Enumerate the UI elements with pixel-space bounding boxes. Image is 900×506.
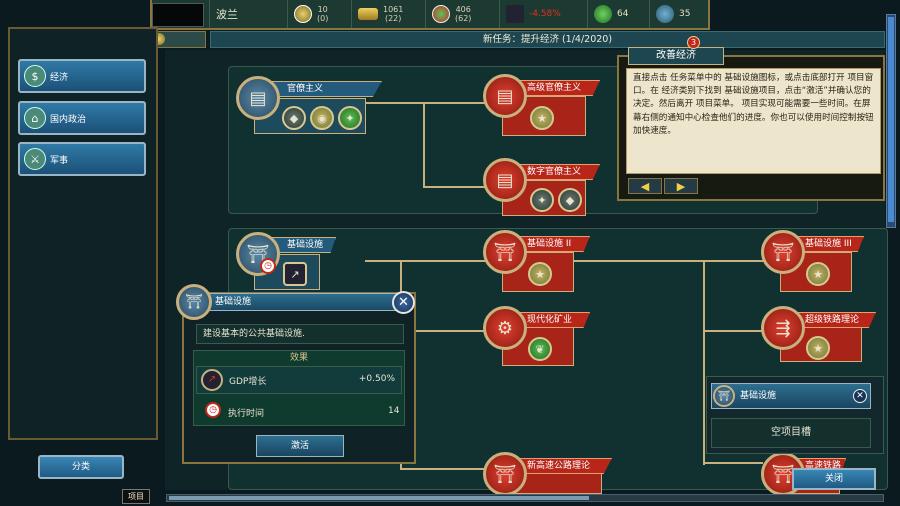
- scroll-thumb[interactable]: [888, 17, 894, 222]
- stat3-value: 406: [455, 5, 471, 14]
- connector: [423, 102, 425, 188]
- cycle-arrows-icon: [432, 5, 450, 23]
- task-star-box[interactable]: [150, 31, 206, 48]
- time-label: 执行时间: [228, 409, 265, 419]
- digital-bureaucracy-icon[interactable]: ▤: [483, 158, 527, 202]
- stat2-change: (22): [384, 14, 402, 23]
- connector: [423, 186, 487, 188]
- connector: [365, 102, 488, 104]
- leaf-icon: ❦: [528, 337, 552, 361]
- stat-political[interactable]: 10 (0): [288, 0, 352, 28]
- handshake-icon: ✦: [530, 188, 554, 212]
- projects-label[interactable]: 项目: [122, 489, 150, 504]
- highway-icon[interactable]: ⛩: [483, 452, 527, 496]
- detail-title: 基础设施: [208, 293, 398, 311]
- infrastructure-icon: ⛩: [176, 284, 212, 320]
- horizontal-scrollbar[interactable]: [166, 494, 884, 502]
- active-project-item[interactable]: 基础设施: [711, 383, 871, 409]
- economy-icon: $: [24, 65, 46, 87]
- stat1-value: 10: [317, 5, 328, 14]
- gdp-value: +0.50%: [358, 374, 395, 384]
- owl-icon: ◉: [310, 106, 334, 130]
- stat-gdp[interactable]: -4.58%: [500, 0, 588, 28]
- connector: [703, 462, 763, 464]
- handshake-icon: ✦: [338, 106, 362, 130]
- close-icon[interactable]: ✕: [853, 389, 867, 403]
- gdp-change-value: -4.58%: [529, 9, 561, 19]
- sidebar-item-label: 经济: [50, 72, 69, 83]
- close-icon[interactable]: ✕: [392, 291, 415, 314]
- top-status-bar: 波兰 10 (0) 1061 (22) 406 (62) -4.58% 64 35: [150, 0, 710, 30]
- clock-icon: ◷: [260, 258, 276, 274]
- close-button[interactable]: 关闭: [792, 468, 876, 490]
- trend-chart-icon: [506, 5, 524, 23]
- gold-bars-icon: [358, 8, 378, 20]
- stat-stability[interactable]: 64: [588, 0, 650, 28]
- gdp-effect-row: ↗ GDP增长 +0.50%: [196, 366, 402, 394]
- connector: [703, 260, 705, 465]
- empty-project-slot[interactable]: 空项目槽: [711, 418, 871, 448]
- star-icon: [294, 5, 312, 23]
- globe-icon: [656, 5, 674, 23]
- bureaucracy-icon[interactable]: ▤: [236, 76, 280, 120]
- scroll-thumb[interactable]: [169, 496, 589, 500]
- stat-treasury[interactable]: 1061 (22): [352, 0, 426, 28]
- stat2-value: 1061: [383, 5, 404, 14]
- star-icon: ★: [806, 262, 830, 286]
- sidebar-item-military[interactable]: ⚔ 军事: [18, 142, 146, 176]
- sidebar-item-label: 国内政治: [50, 114, 87, 125]
- trend-chart-icon: ↗: [201, 369, 223, 391]
- task-banner[interactable]: 新任务：提升经济 (1/4/2020): [210, 31, 885, 48]
- stat-population[interactable]: 35: [650, 0, 704, 28]
- time-value: 14: [388, 406, 400, 416]
- tooltip-step-badge: 3: [687, 36, 700, 49]
- adv-bureaucracy-icon[interactable]: ▤: [483, 74, 527, 118]
- connector: [400, 468, 488, 470]
- mining-icon[interactable]: ⚙: [483, 306, 527, 350]
- activate-button[interactable]: 激活: [256, 435, 344, 457]
- stat1-change: (0): [317, 14, 329, 23]
- military-icon: ⚔: [24, 148, 46, 170]
- sidebar-item-economy[interactable]: $ 经济: [18, 59, 146, 93]
- official-icon: ◆: [282, 106, 306, 130]
- bureaucracy-label: 官僚主义: [268, 81, 382, 97]
- gdp-label: GDP增长: [229, 377, 267, 387]
- stat3-change: (62): [455, 14, 472, 23]
- train-icon[interactable]: ⇶: [761, 306, 805, 350]
- official-icon: ◆: [558, 188, 582, 212]
- clock-icon: ◷: [205, 402, 221, 418]
- star-icon: ★: [528, 262, 552, 286]
- star-icon: ★: [530, 106, 554, 130]
- infrastructure-icon: ⛩: [713, 385, 735, 407]
- tooltip-title: 改善经济: [628, 47, 724, 65]
- stat-trade[interactable]: 406 (62): [426, 0, 500, 28]
- country-flag: [152, 3, 204, 27]
- domestic-politics-icon: ⌂: [24, 107, 46, 129]
- arrow-right-icon[interactable]: ▶: [664, 178, 698, 194]
- population-value: 35: [679, 9, 691, 19]
- category-sidebar: $ 经济 ⌂ 国内政治 ⚔ 军事: [8, 27, 158, 440]
- vertical-scrollbar[interactable]: [886, 14, 896, 228]
- sort-button[interactable]: 分类: [38, 455, 124, 479]
- connector: [703, 330, 763, 332]
- arrow-left-icon[interactable]: ◀: [628, 178, 662, 194]
- detail-description: 建设基本的公共基础设施.: [196, 324, 404, 344]
- infrastructure3-icon[interactable]: ⛩: [761, 230, 805, 274]
- tooltip-text: 直接点击 任务菜单中的 基础设施图标，或点击底部打开 项目窗口。在 经济类别下找…: [626, 68, 881, 174]
- stability-value: 64: [617, 9, 629, 19]
- country-name: 波兰: [210, 0, 288, 28]
- infrastructure2-icon[interactable]: ⛩: [483, 230, 527, 274]
- trend-chart-icon: ↗: [283, 262, 307, 286]
- effect-title: 效果: [289, 353, 308, 363]
- leaf-icon: [594, 5, 612, 23]
- star-icon: ★: [806, 336, 830, 360]
- sidebar-item-domestic[interactable]: ⌂ 国内政治: [18, 101, 146, 135]
- sidebar-item-label: 军事: [50, 155, 69, 166]
